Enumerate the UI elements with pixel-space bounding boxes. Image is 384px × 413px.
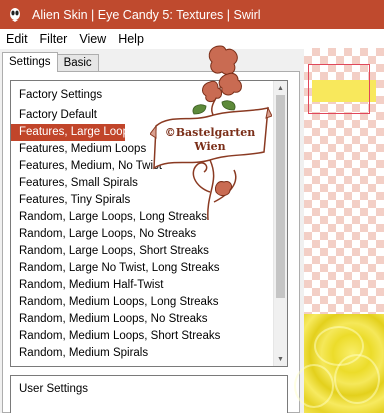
list-item[interactable]: Random, Medium Loops, No Streaks — [11, 311, 275, 328]
swirl-stroke — [334, 354, 380, 404]
tab-strip: Settings Basic — [2, 52, 99, 72]
list-item[interactable]: Random, Medium Spirals — [11, 345, 275, 362]
list-item[interactable]: Random, Medium Loops, Long Streaks — [11, 294, 275, 311]
list-item[interactable]: Random, Large Loops, No Streaks — [11, 226, 275, 243]
menu-help[interactable]: Help — [112, 29, 150, 49]
user-settings-header: User Settings — [19, 383, 89, 395]
list-item[interactable]: Random, Large Loops, Short Streaks — [11, 243, 275, 260]
list-item[interactable]: Random, Medium Half-Twist — [11, 277, 275, 294]
list-item-selected[interactable]: Features, Large Loops — [11, 124, 135, 141]
scroll-thumb[interactable] — [276, 95, 285, 298]
menu-filter[interactable]: Filter — [34, 29, 74, 49]
menu-edit[interactable]: Edit — [0, 29, 34, 49]
list-item[interactable]: Random, Large No Twist, Long Streaks — [11, 260, 275, 277]
preview-navigation-marquee[interactable] — [308, 64, 370, 114]
watermark-line-2: Wien — [193, 140, 225, 153]
list-scrollbar[interactable]: ▲ ▼ — [273, 81, 287, 366]
watermark-line-1: ©Bastelgarten — [165, 126, 256, 139]
swirl-preview-texture — [294, 314, 384, 413]
tab-settings[interactable]: Settings — [2, 52, 58, 72]
user-settings-list[interactable]: User Settings — [10, 375, 288, 413]
title-bar: Alien Skin | Eye Candy 5: Textures | Swi… — [0, 0, 384, 29]
swirl-stroke — [294, 364, 334, 408]
window-title: Alien Skin | Eye Candy 5: Textures | Swi… — [32, 7, 261, 22]
tab-basic[interactable]: Basic — [56, 54, 99, 72]
menu-view[interactable]: View — [73, 29, 112, 49]
scroll-down-arrow-icon[interactable]: ▼ — [274, 352, 287, 366]
scroll-up-arrow-icon[interactable]: ▲ — [274, 81, 287, 95]
preview-pane[interactable] — [294, 48, 384, 413]
alien-skin-app-icon — [10, 7, 20, 22]
bastelgarten-watermark-logo: ©Bastelgarten Wien — [150, 45, 272, 220]
list-item[interactable]: Random, Medium Loops, Short Streaks — [11, 328, 275, 345]
